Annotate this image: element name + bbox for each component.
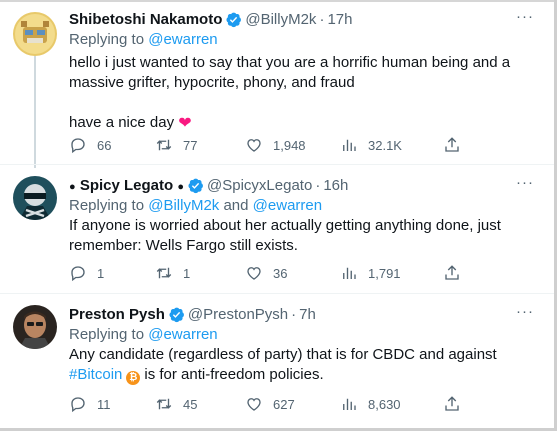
reply-to-link[interactable]: @ewarren — [148, 326, 217, 343]
more-icon[interactable]: ··· — [516, 8, 534, 25]
like-icon — [247, 398, 261, 411]
more-icon[interactable]: ··· — [516, 303, 534, 320]
share-button[interactable] — [443, 135, 461, 155]
author-name[interactable]: Shibetoshi Nakamoto — [69, 11, 222, 28]
reply-icon — [71, 397, 85, 413]
views-icon — [343, 267, 356, 279]
avatar[interactable] — [13, 12, 57, 56]
avatar[interactable] — [13, 305, 57, 349]
retweet-button[interactable]: 1 — [155, 263, 190, 283]
bitcoin-emoji-icon: ₿ — [126, 371, 141, 385]
reply-button[interactable]: 1 — [69, 263, 104, 283]
verified-badge-icon — [187, 177, 204, 194]
like-button[interactable]: 1,948 — [245, 135, 306, 155]
replying-to: Replying to @BillyM2k and @ewarren — [69, 197, 323, 214]
avatar[interactable] — [13, 176, 57, 220]
tweet-actions: 66 77 1,948 32.1K — [69, 135, 534, 155]
tweet-spicy-legato[interactable]: ● Spicy Legato ● @SpicyxLegato · 16h Rep… — [0, 164, 554, 294]
author-handle[interactable]: @BillyM2k — [245, 11, 316, 28]
like-icon — [247, 267, 261, 280]
reply-button[interactable]: 66 — [69, 135, 111, 155]
author-handle[interactable]: @SpicyxLegato — [207, 177, 312, 194]
share-icon — [445, 137, 459, 152]
hashtag-link[interactable]: #Bitcoin — [69, 366, 122, 383]
replying-to: Replying to @ewarren — [69, 326, 218, 343]
retweet-icon — [156, 267, 172, 279]
views-button[interactable]: 32.1K — [340, 135, 402, 155]
reply-icon — [71, 138, 85, 154]
reply-to-link[interactable]: @ewarren — [148, 31, 217, 48]
reply-to-link[interactable]: @BillyM2k — [148, 197, 219, 214]
tweet-text: hello i just wanted to say that you are … — [69, 54, 511, 132]
author-handle[interactable]: @PrestonPysh — [188, 306, 288, 323]
share-icon — [445, 396, 459, 411]
retweet-icon — [156, 139, 172, 151]
reply-to-link[interactable]: @ewarren — [253, 197, 322, 214]
heart-emoji-icon: ❤ — [178, 115, 192, 132]
views-button[interactable]: 1,791 — [340, 263, 401, 283]
tweet-actions: 11 45 627 8,630 — [69, 394, 534, 414]
retweet-icon — [156, 398, 172, 410]
tweet-time[interactable]: 16h — [323, 177, 348, 194]
retweet-button[interactable]: 45 — [155, 394, 197, 414]
author-name[interactable]: ● Spicy Legato ● — [69, 177, 184, 194]
verified-badge-icon — [225, 11, 242, 28]
tweet-text: Any candidate (regardless of party) that… — [69, 346, 497, 385]
tweet-preston-pysh[interactable]: Preston Pysh @PrestonPysh · 7h Replying … — [0, 293, 554, 428]
tweet-time[interactable]: 17h — [327, 11, 352, 28]
like-button[interactable]: 36 — [245, 263, 287, 283]
like-button[interactable]: 627 — [245, 394, 295, 414]
reply-button[interactable]: 11 — [69, 394, 111, 414]
replying-to: Replying to @ewarren — [69, 31, 218, 48]
verified-badge-icon — [168, 306, 185, 323]
tweet-shibetoshi[interactable]: Shibetoshi Nakamoto @BillyM2k · 17h Repl… — [0, 0, 554, 168]
tweet-actions: 1 1 36 1,791 — [69, 263, 534, 283]
views-icon — [343, 398, 356, 410]
tweet-time[interactable]: 7h — [299, 306, 316, 323]
retweet-button[interactable]: 77 — [155, 135, 197, 155]
like-icon — [247, 139, 261, 152]
share-button[interactable] — [443, 263, 461, 283]
tweet-text: If anyone is worried about her actually … — [69, 217, 501, 254]
share-button[interactable] — [443, 394, 461, 414]
views-icon — [343, 139, 356, 151]
share-icon — [445, 265, 459, 280]
author-name[interactable]: Preston Pysh — [69, 306, 165, 323]
views-button[interactable]: 8,630 — [340, 394, 401, 414]
more-icon[interactable]: ··· — [516, 174, 534, 191]
reply-icon — [71, 266, 85, 282]
thread-line — [34, 56, 36, 168]
